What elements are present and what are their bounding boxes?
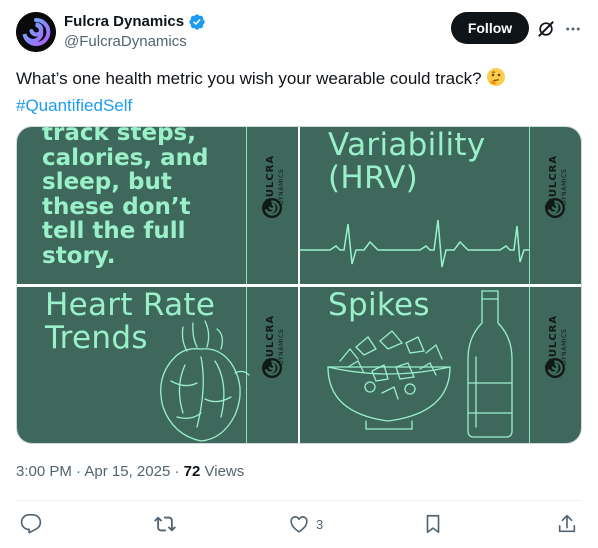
follow-button[interactable]: Follow xyxy=(451,12,529,44)
tweet-body: What’s one health metric you wish your w… xyxy=(16,69,482,88)
salad-and-bottle-icon xyxy=(327,290,513,438)
reply-icon xyxy=(20,514,42,534)
grok-slash-icon[interactable] xyxy=(535,18,557,40)
share-button[interactable] xyxy=(556,511,578,537)
post-date[interactable]: Apr 15, 2025 xyxy=(84,463,170,480)
verified-badge-icon[interactable] xyxy=(188,13,206,31)
media-grid[interactable]: track steps, calories, and sleep, but th… xyxy=(16,126,582,444)
brand-strip: FULCRA DYNAMICS xyxy=(529,127,581,284)
action-bar: 3 xyxy=(16,511,582,537)
share-icon xyxy=(558,514,576,533)
more-dots-icon[interactable] xyxy=(562,18,584,40)
brand-logo-icon xyxy=(545,198,565,218)
brand-logo-icon xyxy=(262,358,282,378)
thinking-face-emoji xyxy=(486,67,506,94)
post-time[interactable]: 3:00 PM xyxy=(16,463,72,480)
tile-2-text: Variability (HRV) xyxy=(328,127,486,196)
views-label: Views xyxy=(204,463,245,480)
meta-separator: · xyxy=(174,463,180,480)
ecg-line-icon xyxy=(300,219,530,268)
tweet-header: Fulcra Dynamics @FulcraDynamics Follow xyxy=(16,12,582,52)
tile-1-text: track steps, calories, and sleep, but th… xyxy=(42,127,209,269)
anatomical-heart-icon xyxy=(160,320,250,442)
brand-logo-icon xyxy=(262,198,282,218)
brand-strip: FULCRA DYNAMICS xyxy=(246,287,298,443)
like-count: 3 xyxy=(316,516,324,532)
name-line: Fulcra Dynamics xyxy=(64,13,206,31)
hashtag-link[interactable]: #QuantifiedSelf xyxy=(16,96,132,115)
fulcra-logo-icon xyxy=(16,12,56,52)
bookmark-button[interactable] xyxy=(422,511,444,537)
display-name[interactable]: Fulcra Dynamics xyxy=(64,13,184,31)
like-button[interactable]: 3 xyxy=(288,511,323,537)
retweet-button[interactable] xyxy=(154,511,176,537)
brand-logo-icon xyxy=(545,358,565,378)
media-tile-3[interactable]: Heart Rate Trends FULCRA DYNAMICS xyxy=(17,287,298,443)
views-count[interactable]: 72 xyxy=(184,463,201,480)
meta-separator: · xyxy=(76,463,82,480)
media-tile-4[interactable]: Spikes FULCRA DYNAMICS xyxy=(300,287,581,443)
tweet-meta: 3:00 PM · Apr 15, 2025 · 72 Views xyxy=(16,462,244,482)
media-tile-1[interactable]: track steps, calories, and sleep, but th… xyxy=(17,127,298,284)
retweet-icon xyxy=(154,516,176,532)
reply-button[interactable] xyxy=(20,511,42,537)
brand-strip: FULCRA DYNAMICS xyxy=(529,287,581,443)
bookmark-icon xyxy=(426,514,440,534)
like-heart-icon xyxy=(290,516,308,533)
media-tile-2[interactable]: Variability (HRV) FULCRA DYNAMICS xyxy=(300,127,581,284)
brand-strip: FULCRA DYNAMICS xyxy=(246,127,298,284)
avatar[interactable] xyxy=(16,12,56,52)
divider xyxy=(16,500,582,501)
tweet-text: What’s one health metric you wish your w… xyxy=(16,67,582,118)
handle[interactable]: @FulcraDynamics xyxy=(64,33,187,51)
